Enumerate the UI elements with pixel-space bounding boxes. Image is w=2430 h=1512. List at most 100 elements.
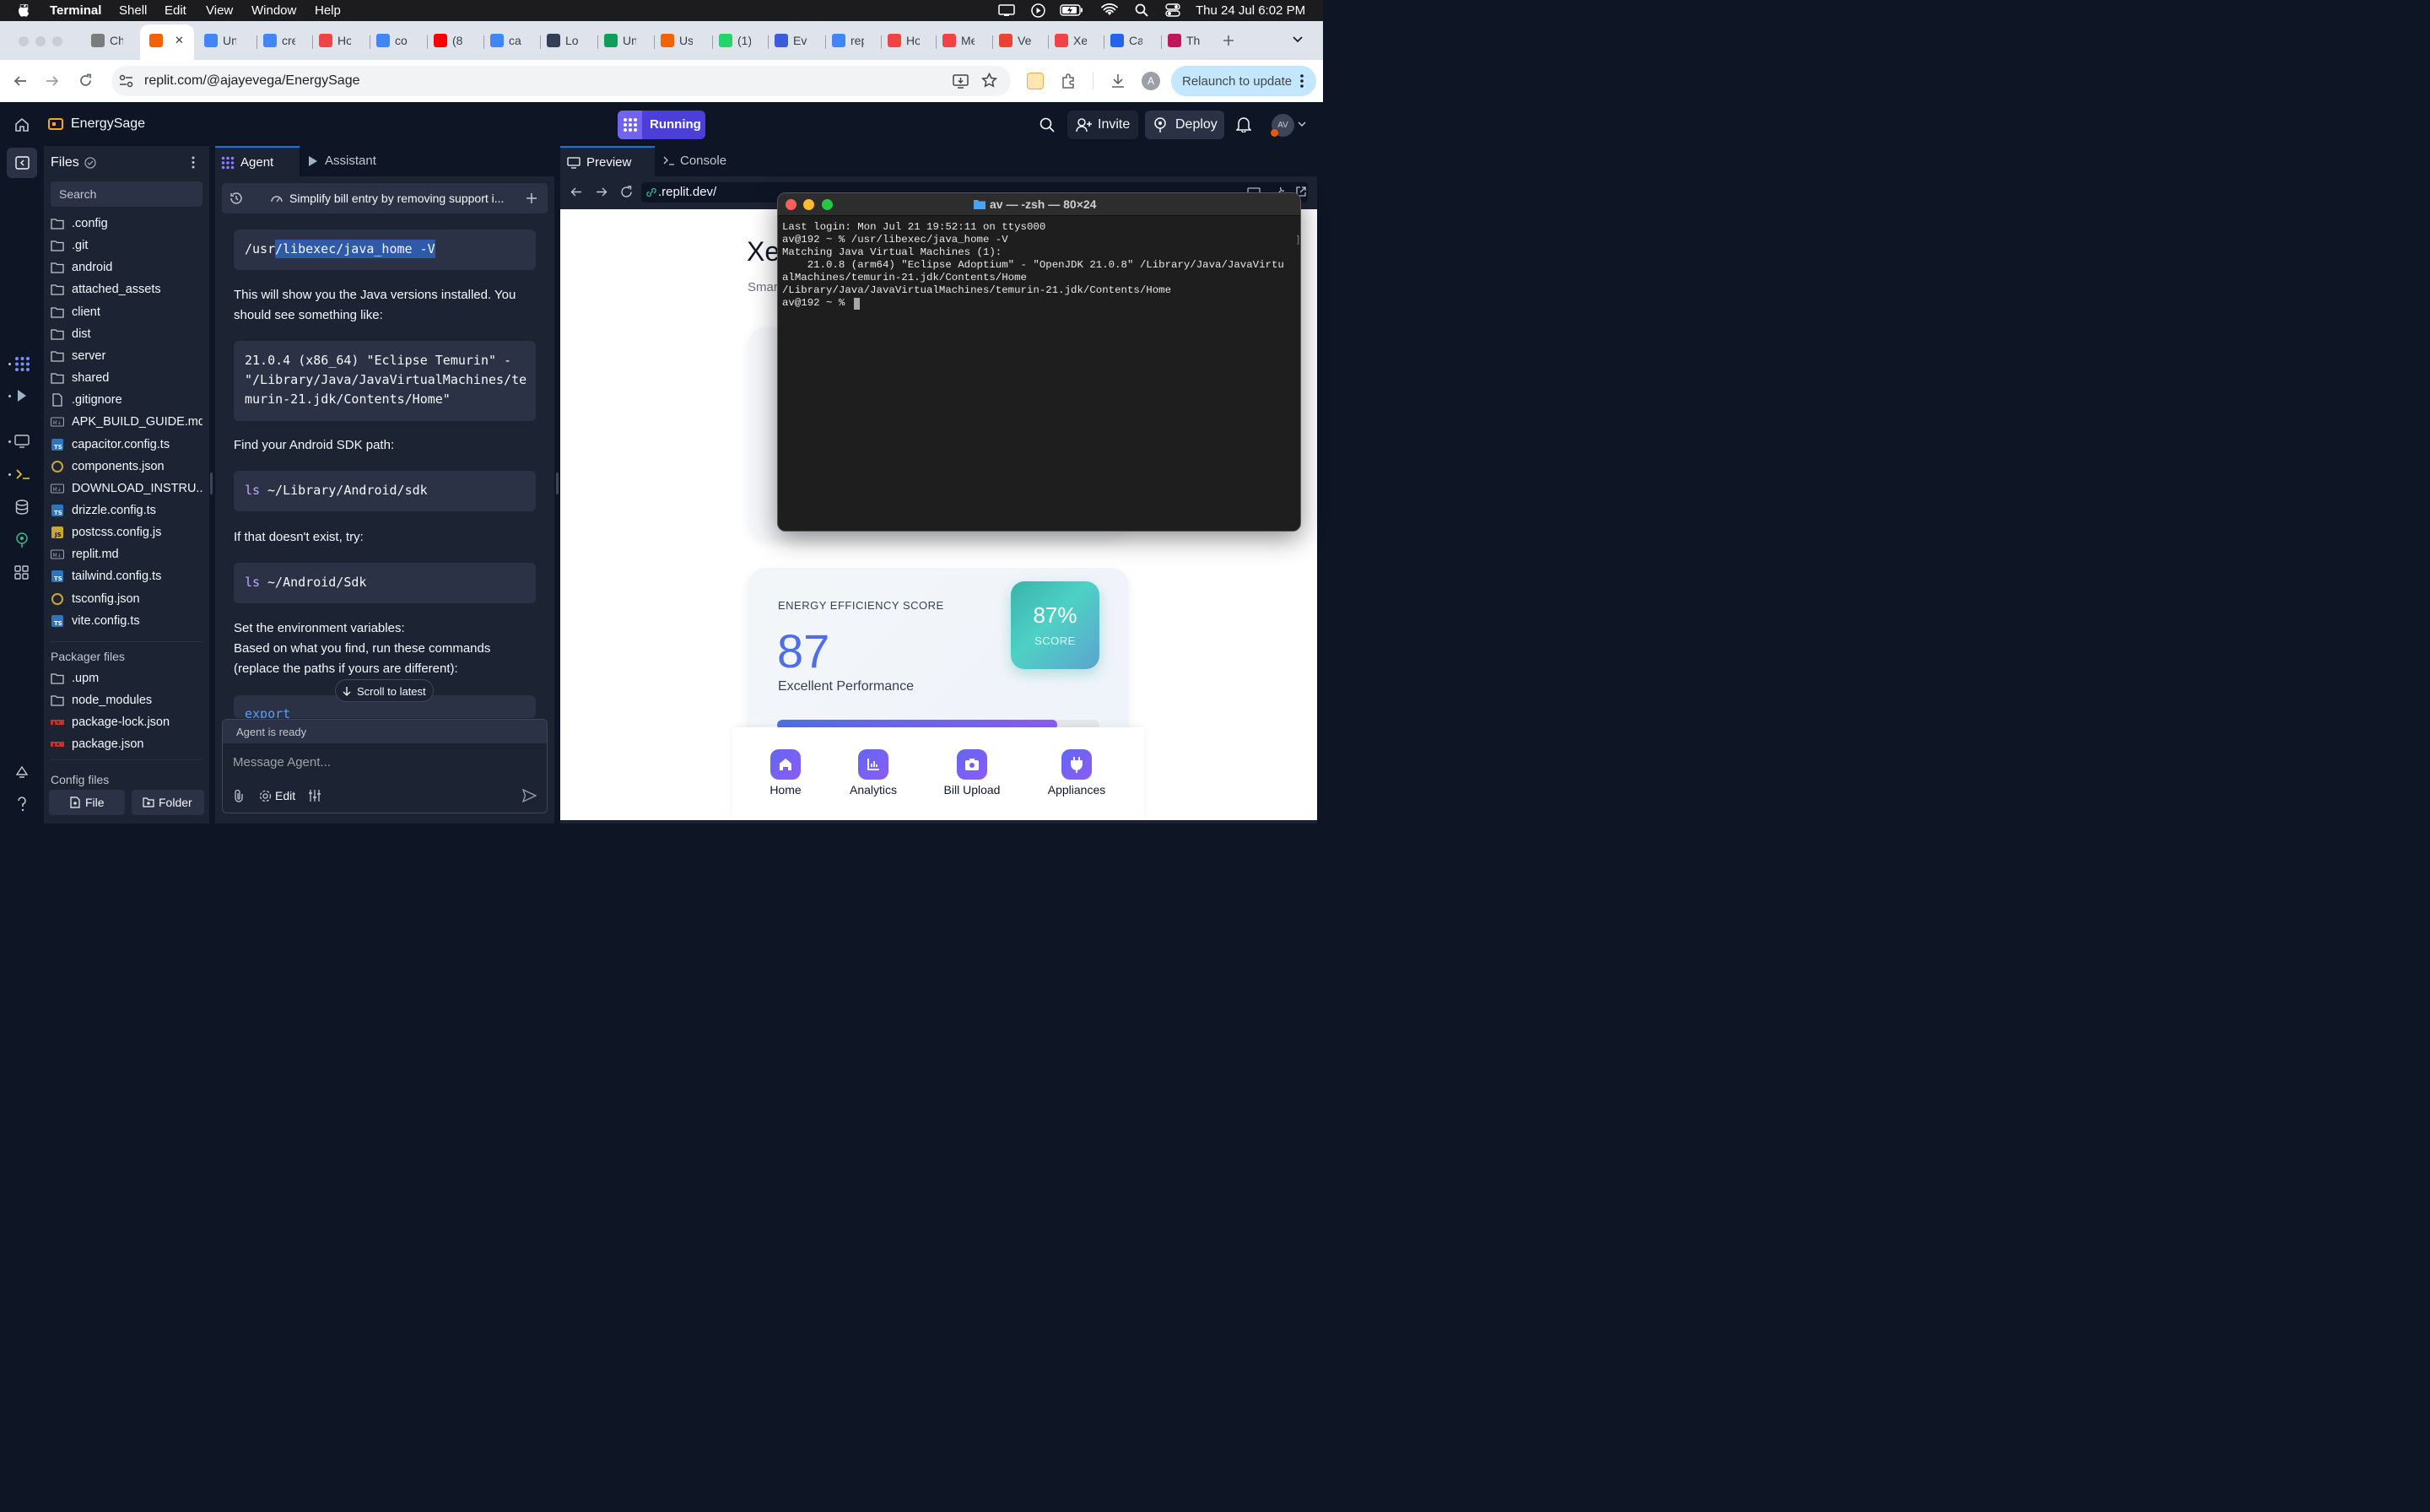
folder-item[interactable]: android [51,258,202,278]
scroll-to-latest-button[interactable]: Scroll to latest [335,679,434,702]
search-icon[interactable] [1040,117,1055,132]
folder-item[interactable]: client [51,303,202,323]
tab-assistant[interactable]: Assistant [300,146,401,176]
browser-tab[interactable]: Ho [888,29,920,54]
webview-tool-icon[interactable] [14,435,30,448]
menu-window[interactable]: Window [251,3,296,18]
menubar-app-name[interactable]: Terminal [50,3,101,18]
control-center-icon[interactable] [1165,3,1180,17]
agent-tool-icon[interactable] [14,356,30,372]
battery-icon[interactable] [1060,4,1083,16]
extensions-puzzle-icon[interactable] [1061,73,1077,89]
help-tools-icon[interactable] [14,764,30,780]
files-search-input[interactable]: Search [51,181,202,207]
nav-appliances[interactable]: Appliances [1030,749,1123,796]
files-menu-icon[interactable] [192,156,195,169]
browser-tab[interactable]: Us [661,29,693,54]
browser-tab-active[interactable]: ✕ [149,29,186,54]
close-tab-icon[interactable]: ✕ [175,34,184,47]
browser-tab[interactable]: Un [204,29,236,54]
menu-shell[interactable]: Shell [119,3,147,18]
nav-home[interactable]: Home [739,749,832,796]
nav-bill-upload[interactable]: Bill Upload [926,749,1018,796]
preview-back-icon[interactable] [570,186,582,197]
relaunch-button[interactable]: Relaunch to update [1171,66,1316,96]
window-minimize-button[interactable] [35,36,46,46]
browser-tab[interactable]: Ve [999,29,1031,54]
file-item[interactable]: M↓ DOWNLOAD_INSTRU... [51,479,202,500]
window-zoom-button[interactable] [52,36,62,46]
folder-item[interactable]: attached_assets [51,280,202,300]
chrome-menu-icon[interactable] [1299,73,1304,89]
new-file-button[interactable]: File [49,790,125,815]
thread-title[interactable]: Simplify bill entry by removing support … [289,192,504,205]
database-tool-icon[interactable] [15,500,29,515]
file-item[interactable]: TS capacitor.config.ts [51,435,202,456]
browser-tab[interactable]: Ev [775,29,807,54]
reload-icon[interactable] [78,73,93,88]
menu-view[interactable]: View [206,3,233,18]
terminal-close-button[interactable] [786,199,796,210]
menubar-clock[interactable]: Thu 24 Jul 6:02 PM [1196,3,1305,18]
preview-forward-icon[interactable] [596,186,608,197]
terminal-titlebar[interactable]: av — -zsh — 80×24 [778,193,1300,216]
browser-tab[interactable]: (8 [434,29,466,54]
deployments-tool-icon[interactable] [14,532,30,548]
browser-tab[interactable]: Lo [547,29,579,54]
file-item[interactable]: TS tailwind.config.ts [51,567,202,587]
terminal-minimize-button[interactable] [803,199,814,210]
forward-arrow-icon[interactable] [46,74,59,88]
profile-avatar[interactable]: A [1142,72,1160,90]
account-chevron-icon[interactable] [1298,122,1306,127]
tab-console[interactable]: Console [655,146,749,176]
site-info-icon[interactable] [119,74,133,88]
folder-item[interactable]: dist [51,325,202,345]
edit-button[interactable]: Edit [275,789,295,802]
file-item[interactable]: .gitignore [51,391,202,411]
nav-analytics[interactable]: Analytics [827,749,920,796]
history-icon[interactable] [230,192,243,205]
tab-agent[interactable]: Agent [215,146,300,176]
panel-resize-handle[interactable] [210,472,213,494]
extension-icon[interactable] [1027,73,1044,89]
menu-help[interactable]: Help [315,3,341,18]
terminal-window[interactable]: av — -zsh — 80×24 Last login: Mon Jul 21… [777,192,1301,532]
back-arrow-icon[interactable] [14,74,27,88]
send-icon[interactable] [522,789,537,802]
menu-edit[interactable]: Edit [165,3,186,18]
agent-message-input[interactable]: Message Agent... [233,755,331,770]
settings-sliders-icon[interactable] [308,789,321,802]
file-item[interactable]: TS drizzle.config.ts [51,501,202,521]
file-item[interactable]: JS postcss.config.js [51,523,202,543]
help-question-icon[interactable] [15,796,29,812]
preview-reload-icon[interactable] [620,186,633,198]
browser-tab[interactable]: ca [490,29,522,54]
folder-item[interactable]: shared [51,369,202,389]
new-thread-icon[interactable] [526,192,537,204]
folder-item[interactable]: server [51,347,202,367]
url-text[interactable]: replit.com/@ajayevega/EnergySage [144,73,360,89]
install-app-icon[interactable] [953,73,969,89]
assistant-tool-icon[interactable] [16,389,28,402]
address-bar[interactable]: replit.com/@ajayevega/EnergySage [111,66,1011,96]
apple-logo-icon[interactable] [18,3,31,18]
play-icon[interactable] [1031,3,1045,18]
wifi-icon[interactable] [1101,3,1118,17]
files-sync-icon[interactable] [84,157,96,169]
new-tab-icon[interactable] [1223,35,1234,46]
browser-tab[interactable]: Me [942,29,975,54]
run-status-button[interactable]: Running [618,111,705,139]
deploy-button[interactable]: Deploy [1145,111,1224,139]
browser-tab[interactable]: cre [263,29,295,54]
spotlight-search-icon[interactable] [1135,3,1148,17]
browser-tab[interactable]: Ca [1110,29,1142,54]
file-item[interactable]: TS vite.config.ts [51,612,202,632]
file-item[interactable]: components.json [51,457,202,478]
bookmark-star-icon[interactable] [981,73,997,89]
invite-button[interactable]: Invite [1067,111,1138,139]
folder-item[interactable]: node_modules [51,691,202,711]
home-icon[interactable] [14,117,30,132]
browser-tab[interactable]: Th [1168,29,1200,54]
file-item[interactable]: package.json [51,735,202,755]
browser-tab[interactable]: Ch [91,29,123,54]
